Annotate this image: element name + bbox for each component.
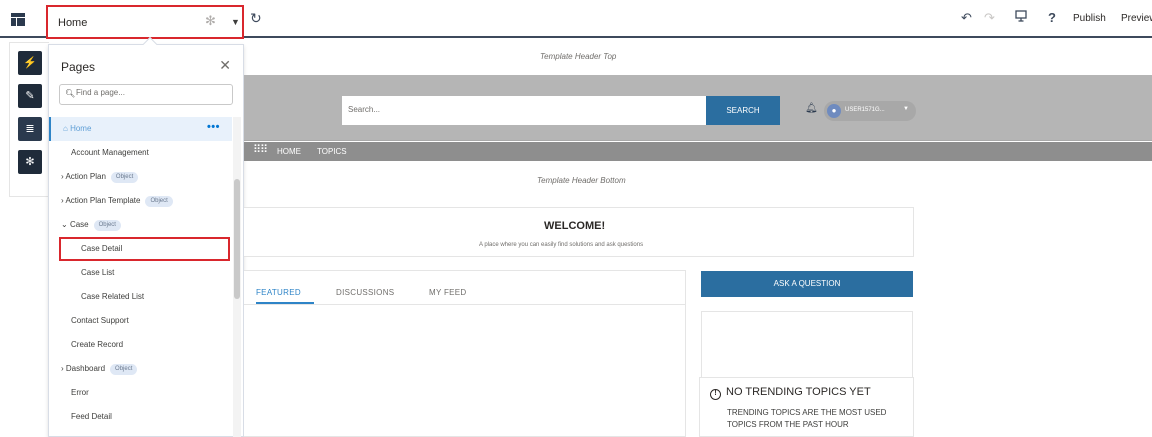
list-item[interactable]: › Dashboard Object bbox=[49, 357, 232, 381]
welcome-subtitle: A place where you can easily find soluti… bbox=[479, 242, 644, 248]
search-button[interactable]: SEARCH bbox=[706, 96, 780, 125]
tab-featured[interactable]: FEATURED bbox=[256, 288, 301, 297]
chevron-down-icon: ▼ bbox=[903, 106, 909, 112]
avatar: ● bbox=[827, 104, 841, 118]
scrollbar-thumb[interactable] bbox=[234, 179, 240, 299]
list-item[interactable]: ⌄ Case Object bbox=[49, 213, 232, 237]
help-icon[interactable]: ? bbox=[1048, 10, 1056, 25]
template-header-bottom: Template Header Bottom bbox=[537, 176, 626, 185]
user-name: USER1571G... bbox=[845, 107, 885, 113]
site-search-input[interactable] bbox=[348, 105, 648, 114]
settings-icon[interactable]: ✻ bbox=[18, 150, 42, 174]
site-search-box bbox=[342, 96, 706, 125]
trending-description: TRENDING TOPICS ARE THE MOST USED TOPICS… bbox=[727, 408, 887, 429]
page-selector-label: Home bbox=[58, 17, 88, 29]
pages-panel-title: Pages bbox=[61, 60, 96, 74]
scrollbar[interactable] bbox=[233, 117, 241, 437]
list-item[interactable]: Feed Detail bbox=[49, 405, 232, 429]
list-item[interactable]: › Action Plan Object bbox=[49, 165, 232, 189]
left-rail: ⚡ ✎ ≣ ✻ bbox=[9, 42, 49, 197]
template-header-top: Template Header Top bbox=[540, 52, 617, 61]
tab-my-feed[interactable]: MY FEED bbox=[429, 288, 467, 297]
list-item[interactable]: › Action Plan Template Object bbox=[49, 189, 232, 213]
list-item[interactable]: Case Related List bbox=[49, 285, 232, 309]
chevron-down-icon[interactable]: ▼ bbox=[231, 17, 240, 27]
welcome-title: WELCOME! bbox=[544, 220, 606, 232]
builder-toolbar: Home ✻ ▼ ↻ ↶ ↷ ? Publish Preview bbox=[0, 0, 1152, 39]
pages-list-icon[interactable]: ≣ bbox=[18, 117, 42, 141]
bell-icon[interactable]: 🔔︎ bbox=[805, 103, 818, 114]
object-badge: Object bbox=[145, 196, 173, 207]
chevron-right-icon[interactable]: › bbox=[61, 172, 64, 181]
redo-icon[interactable]: ↷ bbox=[984, 10, 995, 26]
publish-button[interactable]: Publish bbox=[1073, 13, 1106, 24]
list-item[interactable]: Error bbox=[49, 381, 232, 405]
list-item[interactable]: Contact Support bbox=[49, 309, 232, 333]
info-icon: ! bbox=[710, 389, 721, 400]
grid-menu-icon[interactable]: ⠿⠿ bbox=[253, 145, 268, 156]
trending-title: NO TRENDING TOPICS YET bbox=[726, 386, 871, 398]
list-item[interactable]: ⌂ Home ••• bbox=[49, 117, 232, 141]
chevron-down-icon[interactable]: ⌄ bbox=[61, 220, 68, 229]
object-badge: Object bbox=[110, 364, 138, 375]
tab-discussions[interactable]: DISCUSSIONS bbox=[336, 288, 394, 297]
trending-topics-card: ! NO TRENDING TOPICS YET TRENDING TOPICS … bbox=[699, 377, 914, 437]
more-options-icon[interactable]: ••• bbox=[207, 121, 220, 133]
preview-button[interactable]: Preview bbox=[1121, 13, 1152, 24]
lightning-icon[interactable]: ⚡ bbox=[18, 51, 42, 75]
refresh-icon[interactable]: ↻ bbox=[250, 10, 262, 27]
chevron-right-icon[interactable]: › bbox=[61, 364, 64, 373]
brush-icon[interactable]: ✎ bbox=[18, 84, 42, 108]
gear-icon[interactable]: ✻ bbox=[205, 13, 216, 29]
list-item[interactable]: Create Record bbox=[49, 333, 232, 357]
nav-home[interactable]: HOME bbox=[277, 147, 301, 156]
app-launcher-icon[interactable] bbox=[11, 13, 25, 26]
object-badge: Object bbox=[110, 172, 139, 183]
page-search: 🔍︎ bbox=[59, 84, 233, 105]
list-item[interactable]: Account Management bbox=[49, 141, 232, 165]
list-item-case-detail[interactable]: Case Detail bbox=[59, 237, 230, 261]
object-badge: Object bbox=[93, 220, 121, 231]
ask-question-button[interactable]: ASK A QUESTION bbox=[701, 271, 913, 297]
site-navigation: ⠿⠿ HOME TOPICS bbox=[244, 142, 1152, 161]
list-item[interactable]: Case List bbox=[49, 261, 232, 285]
pages-panel: Pages ✕ 🔍︎ ⌂ Home ••• Account Management… bbox=[48, 36, 244, 437]
device-preview-icon[interactable] bbox=[1015, 10, 1027, 25]
close-icon[interactable]: ✕ bbox=[219, 57, 231, 74]
feed-panel: FEATURED DISCUSSIONS MY FEED bbox=[244, 270, 686, 437]
search-icon: 🔍︎ bbox=[65, 89, 76, 98]
welcome-banner: WELCOME! A place where you can easily fi… bbox=[244, 207, 914, 257]
page-selector[interactable]: Home ✻ ▼ bbox=[46, 5, 244, 39]
home-icon: ⌂ bbox=[63, 124, 71, 133]
user-profile-menu[interactable]: ● USER1571G... ▼ bbox=[824, 101, 916, 121]
page-search-input[interactable] bbox=[76, 88, 226, 97]
nav-topics[interactable]: TOPICS bbox=[317, 147, 347, 156]
chevron-right-icon[interactable]: › bbox=[61, 196, 64, 205]
hero-banner: SEARCH 🔔︎ ● USER1571G... ▼ bbox=[244, 75, 1152, 141]
divider bbox=[244, 304, 686, 305]
undo-icon[interactable]: ↶ bbox=[961, 10, 972, 26]
